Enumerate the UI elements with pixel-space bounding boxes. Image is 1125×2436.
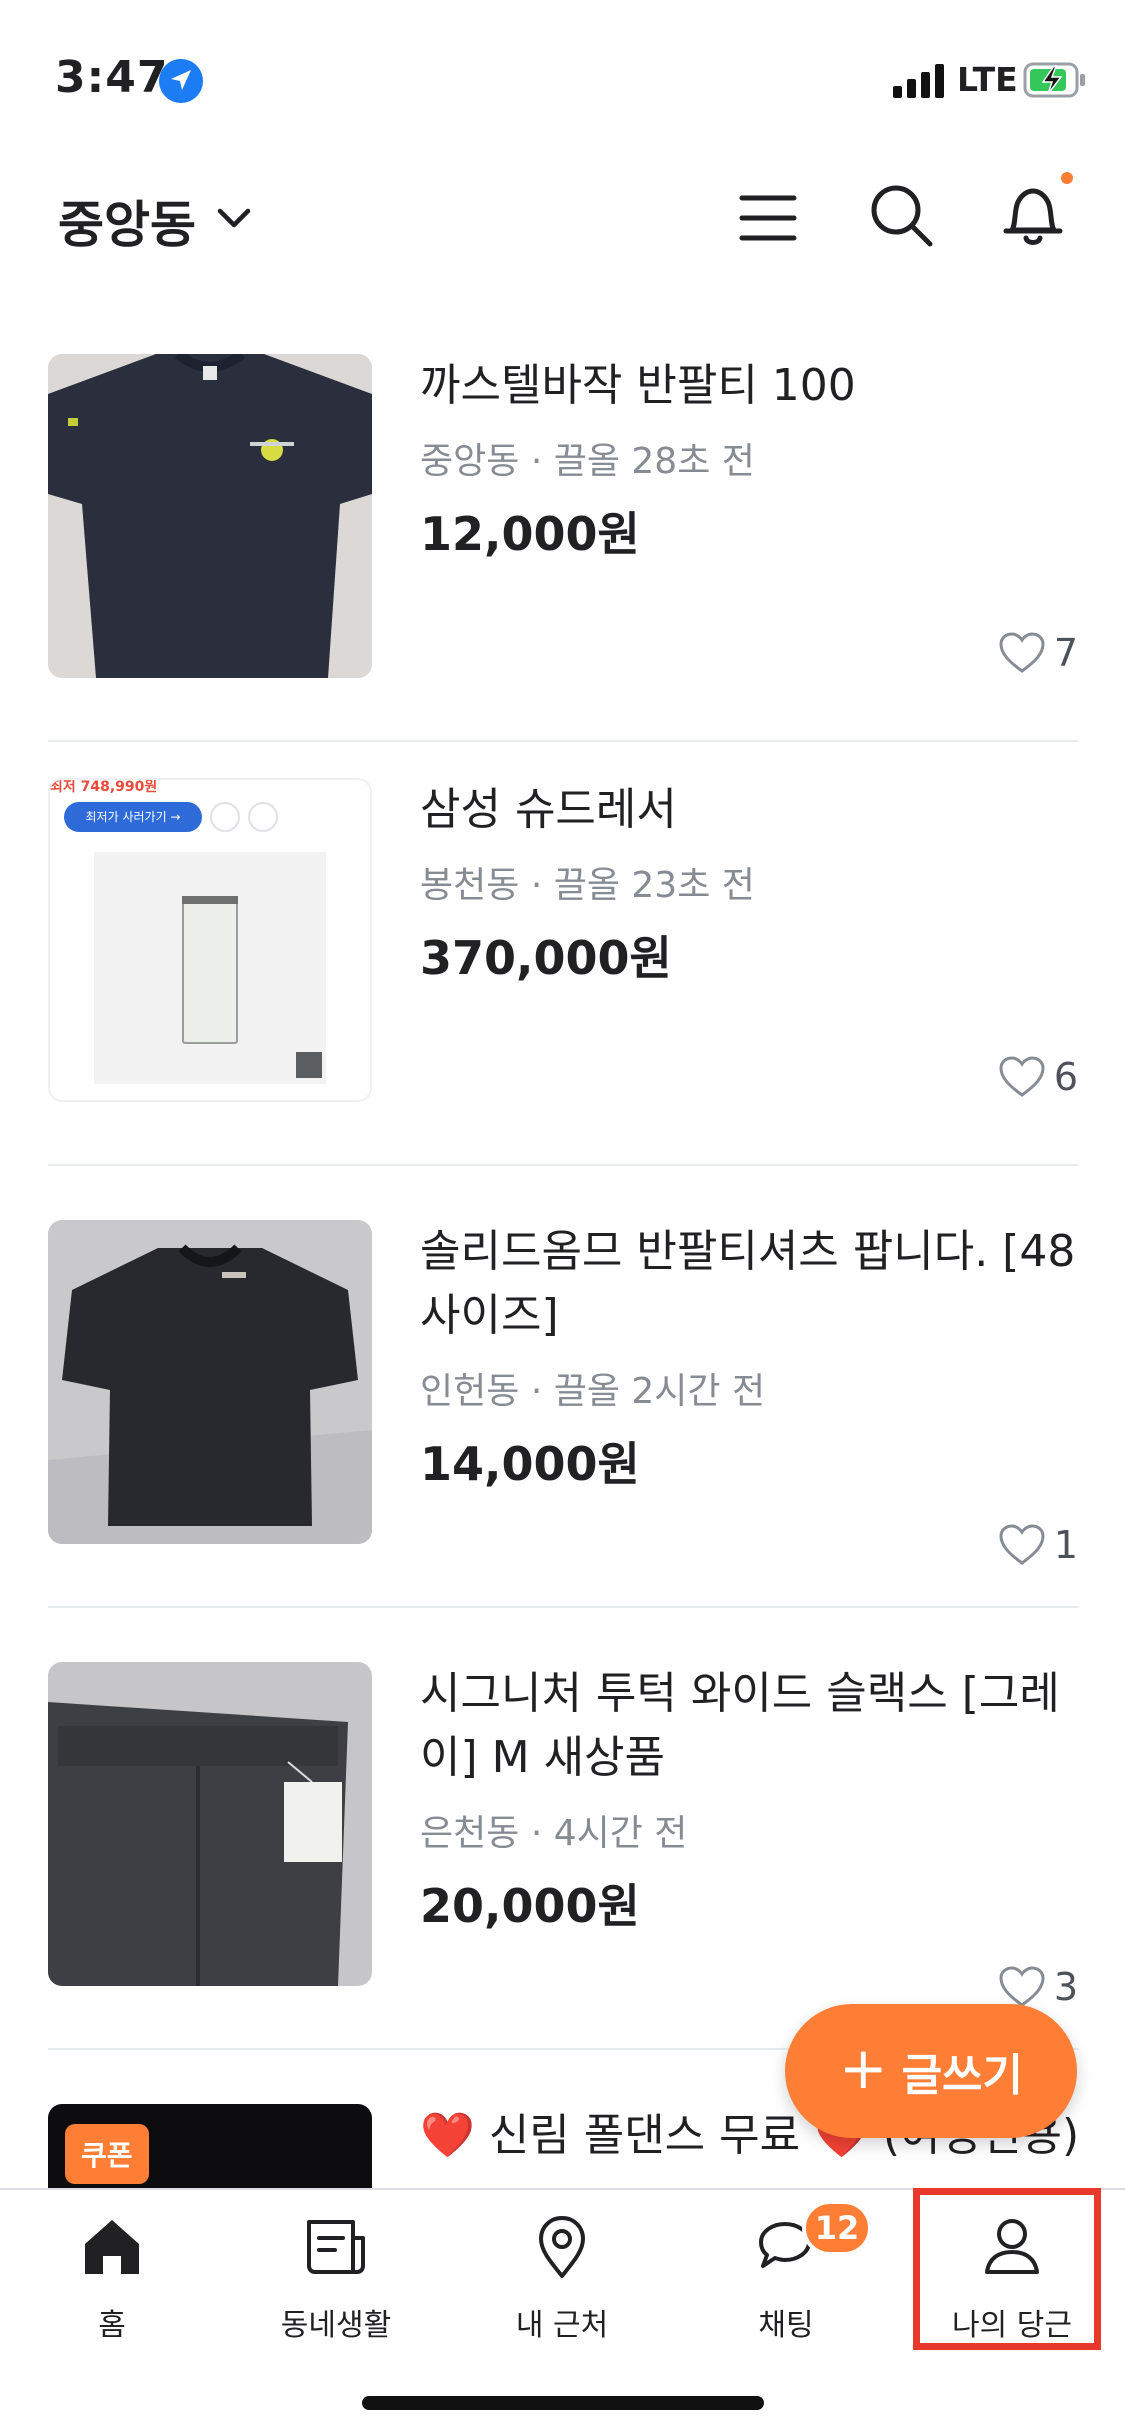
tab-community[interactable]: 동네생활: [236, 2212, 436, 2362]
write-post-label: 글쓰기: [901, 2050, 1024, 2101]
item-location: 봉천동: [420, 865, 520, 906]
tab-nearby[interactable]: 내 근처: [462, 2212, 662, 2362]
heart-icon: [999, 1966, 1045, 2007]
status-bar: 3:47 LTE: [0, 0, 1125, 150]
tab-home[interactable]: 홈: [12, 2212, 212, 2362]
item-meta: 인헌동 · 끌올 2시간 전: [420, 1371, 766, 1412]
like-count: 1: [998, 1522, 1078, 1568]
network-type: LTE: [957, 60, 1018, 99]
item-thumbnail: 최저 748,990원 최저가 사러가기 →: [48, 778, 372, 1102]
tab-chat[interactable]: 12 채팅: [686, 2200, 886, 2362]
item-time: 끌올 28초 전: [553, 441, 755, 482]
item-location: 중앙동: [420, 441, 520, 482]
product-photo: [94, 852, 326, 1084]
heart-icon: [999, 1056, 1045, 1097]
item-title: 시그니처 투턱 와이드 슬랙스 [그레이] M 새상품: [420, 1668, 1060, 1783]
highlight-annotation: [913, 2188, 1101, 2350]
item-title: 솔리드옴므 반팔티셔츠 팝니다. [48사이즈]: [420, 1226, 1076, 1341]
list-item[interactable]: 시그니처 투턱 와이드 슬랙스 [그레이] M 새상품 은천동 · 4시간 전 …: [48, 1608, 1078, 2050]
item-meta: 중앙동 · 끌올 28초 전: [420, 441, 755, 482]
item-price: 12,000원: [420, 507, 640, 561]
item-meta: 봉천동 · 끌올 23초 전: [420, 865, 755, 906]
location-pin-icon: [539, 2216, 585, 2278]
item-thumbnail: 쿠폰: [48, 2104, 372, 2188]
tshirt-photo: [48, 354, 372, 678]
heart-icon: [999, 1524, 1045, 1565]
item-meta: 은천동 · 4시간 전: [420, 1813, 688, 1854]
item-time: 4시간 전: [553, 1813, 688, 1854]
neighborhood-selector[interactable]: 중앙동: [58, 185, 196, 257]
top-header: 중앙동: [0, 150, 1125, 280]
item-price: 20,000원: [420, 1879, 640, 1933]
list-item[interactable]: 최저 748,990원 최저가 사러가기 → 삼성 슈드레서 봉천동 · 끌올 …: [48, 724, 1078, 1166]
like-count: 7: [998, 630, 1078, 676]
location-services-icon: [159, 59, 203, 103]
write-post-button[interactable]: + 글쓰기: [785, 2004, 1077, 2138]
thumb-share-icon: [248, 802, 278, 832]
battery-charging-icon: [1023, 62, 1085, 98]
notification-dot: [1061, 172, 1073, 184]
item-thumbnail: [48, 1662, 372, 1986]
like-count: 6: [998, 1054, 1078, 1100]
plus-icon: +: [838, 2034, 888, 2102]
item-thumbnail: [48, 1220, 372, 1544]
thumb-buy-button: 최저가 사러가기 →: [64, 802, 202, 832]
newspaper-icon: [307, 2220, 365, 2274]
slacks-photo: [48, 1662, 372, 1986]
item-list: 까스텔바작 반팔티 100 중앙동 · 끌올 28초 전 12,000원 7 최…: [0, 300, 1125, 2188]
item-price: 14,000원: [420, 1437, 640, 1491]
item-price: 370,000원: [420, 931, 672, 985]
coupon-badge: 쿠폰: [65, 2124, 149, 2184]
list-item[interactable]: 까스텔바작 반팔티 100 중앙동 · 끌올 28초 전 12,000원 7: [48, 300, 1078, 742]
item-location: 인헌동: [420, 1371, 520, 1412]
item-location: 은천동: [420, 1813, 520, 1854]
item-thumbnail: [48, 354, 372, 678]
notification-bell-icon[interactable]: [1000, 180, 1066, 250]
item-time: 끌올 23초 전: [553, 865, 755, 906]
search-icon[interactable]: [868, 182, 934, 248]
status-time: 3:47: [55, 52, 169, 103]
item-time: 끌올 2시간 전: [553, 1371, 766, 1412]
home-indicator: [362, 2396, 764, 2410]
home-icon: [85, 2220, 139, 2274]
tshirt-photo: [48, 1220, 372, 1544]
thumb-like-icon: [210, 802, 240, 832]
chat-unread-badge: 12: [802, 2200, 872, 2256]
item-title: 까스텔바작 반팔티 100: [420, 360, 856, 411]
heart-icon: [999, 632, 1045, 673]
chevron-down-icon[interactable]: [214, 198, 254, 238]
cellular-signal-icon: [893, 64, 944, 98]
thumb-price-text: 최저 748,990원: [50, 779, 158, 795]
item-title: 삼성 슈드레서: [420, 784, 677, 835]
category-menu-icon[interactable]: [738, 188, 798, 248]
list-item[interactable]: 솔리드옴므 반팔티셔츠 팝니다. [48사이즈] 인헌동 · 끌올 2시간 전 …: [48, 1166, 1078, 1608]
